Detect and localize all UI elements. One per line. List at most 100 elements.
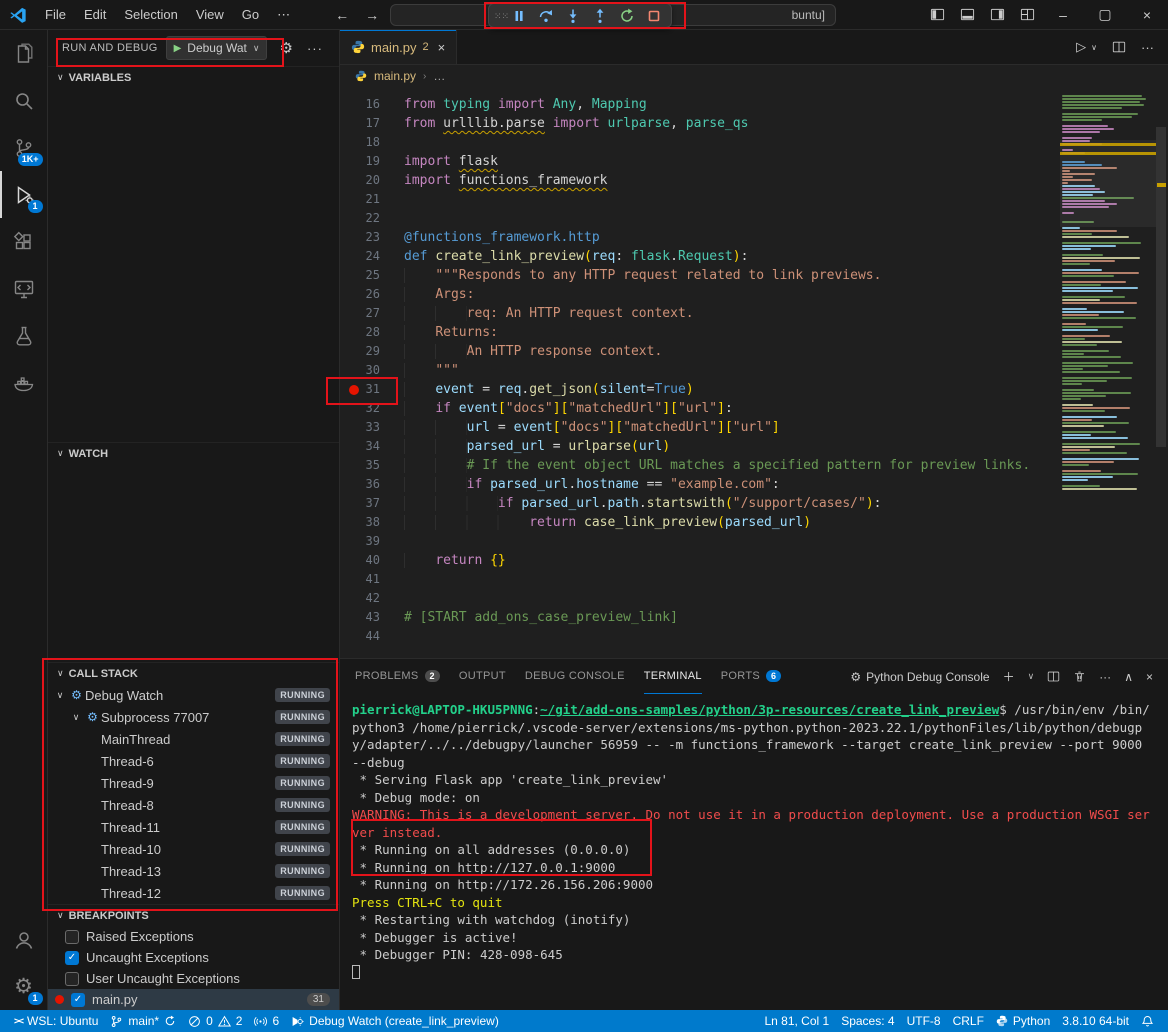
breadcrumb-file[interactable]: main.py (374, 69, 416, 83)
extensions-icon[interactable] (0, 218, 48, 265)
run-python-file-icon[interactable]: ▷ (1076, 39, 1086, 55)
call-stack-row[interactable]: Thread-9RUNNING (48, 772, 339, 794)
gutter[interactable]: 41 (340, 570, 404, 589)
code-line[interactable]: 37 if parsed_url.path.startswith("/suppo… (340, 494, 1168, 513)
code-line[interactable]: 20import functions_framework (340, 171, 1168, 190)
explorer-icon[interactable] (0, 30, 48, 77)
gutter[interactable]: 37 (340, 494, 404, 513)
gutter[interactable]: 20 (340, 171, 404, 190)
terminal-dropdown-chevron-icon[interactable]: ∨ (1028, 671, 1035, 682)
scrollbar-thumb[interactable] (1156, 127, 1166, 447)
gutter[interactable]: 16 (340, 95, 404, 114)
breakpoint-row[interactable]: Raised Exceptions (48, 926, 339, 947)
customize-layout-icon[interactable] (1012, 0, 1042, 29)
code-line[interactable]: 38 return case_link_preview(parsed_url) (340, 513, 1168, 532)
gutter[interactable]: 34 (340, 437, 404, 456)
console-selector[interactable]: ⚙Python Debug Console (850, 670, 989, 684)
editor-more-icon[interactable]: ··· (1141, 40, 1154, 55)
code-line[interactable]: 42 (340, 589, 1168, 608)
chevron-down-icon[interactable]: ∨ (52, 690, 68, 701)
call-stack-section-header[interactable]: ∨CALL STACK (48, 662, 339, 684)
call-stack-row[interactable]: Thread-12RUNNING (48, 882, 339, 904)
pause-icon[interactable] (506, 5, 531, 27)
code-line[interactable]: 27 req: An HTTP request context. (340, 304, 1168, 323)
call-stack-row[interactable]: MainThreadRUNNING (48, 728, 339, 750)
code-line[interactable]: 18 (340, 133, 1168, 152)
docker-icon[interactable] (0, 359, 48, 406)
toggle-secondary-sidebar-icon[interactable] (982, 0, 1012, 29)
breakpoint-row[interactable]: ✓main.py31 (48, 989, 339, 1010)
gutter[interactable]: 44 (340, 627, 404, 646)
launch-config-dropdown[interactable]: ▶ Debug Wat ∨ (166, 36, 268, 60)
breadcrumb-more[interactable]: … (433, 69, 445, 83)
problems-indicator[interactable]: 0 2 (182, 1010, 248, 1032)
gutter[interactable]: 23 (340, 228, 404, 247)
gutter[interactable]: 32 (340, 399, 404, 418)
run-dropdown-chevron-icon[interactable]: ∨ (1091, 43, 1097, 52)
code-line[interactable]: 40 return {} (340, 551, 1168, 570)
breakpoint-row[interactable]: ✓Uncaught Exceptions (48, 947, 339, 968)
panel-more-icon[interactable]: ··· (1099, 670, 1111, 684)
editor-scrollbar[interactable] (1154, 87, 1168, 658)
code-line[interactable]: 29 An HTTP response context. (340, 342, 1168, 361)
accounts-icon[interactable] (0, 916, 48, 963)
maximize-button[interactable]: ▢ (1084, 0, 1126, 29)
minimap[interactable] (1062, 95, 1154, 491)
code-line[interactable]: 35 # If the event object URL matches a s… (340, 456, 1168, 475)
code-line[interactable]: 24def create_link_preview(req: flask.Req… (340, 247, 1168, 266)
search-icon[interactable] (0, 77, 48, 124)
sync-icon[interactable] (164, 1015, 176, 1027)
gutter[interactable]: 35 (340, 456, 404, 475)
notifications-bell[interactable] (1135, 1015, 1160, 1028)
breakpoints-section-header[interactable]: ∨BREAKPOINTS (48, 904, 339, 926)
gutter[interactable]: 27 (340, 304, 404, 323)
language-indicator[interactable]: Python (990, 1014, 1056, 1028)
gutter[interactable]: 30 (340, 361, 404, 380)
code-line[interactable]: 23@functions_framework.http (340, 228, 1168, 247)
call-stack-row[interactable]: Thread-11RUNNING (48, 816, 339, 838)
code-line[interactable]: 26 Args: (340, 285, 1168, 304)
gutter[interactable]: 40 (340, 551, 404, 570)
code-line[interactable]: 21 (340, 190, 1168, 209)
minimize-button[interactable]: – (1042, 0, 1084, 29)
breakpoint-checkbox[interactable]: ✓ (71, 993, 85, 1007)
gutter[interactable]: 43 (340, 608, 404, 627)
gutter[interactable]: 29 (340, 342, 404, 361)
branch-indicator[interactable]: main* (104, 1010, 182, 1032)
nav-back-icon[interactable]: ← (335, 7, 349, 23)
code-line[interactable]: 36 if parsed_url.hostname == "example.co… (340, 475, 1168, 494)
debug-toolbar-grip[interactable]: ⁙⁙ (494, 12, 504, 20)
chevron-down-icon[interactable]: ∨ (68, 712, 84, 723)
remote-indicator[interactable]: ><WSL: Ubuntu (8, 1010, 104, 1032)
code-line[interactable]: 28 Returns: (340, 323, 1168, 342)
gutter[interactable]: 17 (340, 114, 404, 133)
call-stack-row[interactable]: ∨⚙Debug WatchRUNNING (48, 684, 339, 706)
code-line[interactable]: 19import flask (340, 152, 1168, 171)
new-terminal-icon[interactable]: ＋ (1003, 668, 1015, 685)
code-line[interactable]: 34 parsed_url = urlparse(url) (340, 437, 1168, 456)
menu-view[interactable]: View (187, 7, 233, 22)
start-debug-icon[interactable]: ▶ (174, 43, 182, 54)
encoding-indicator[interactable]: UTF-8 (901, 1014, 947, 1028)
step-into-icon[interactable] (560, 5, 585, 27)
gutter[interactable]: 22 (340, 209, 404, 228)
code-line[interactable]: 43# [START add_ons_case_preview_link] (340, 608, 1168, 627)
gutter[interactable]: 26 (340, 285, 404, 304)
call-stack-row[interactable]: Thread-13RUNNING (48, 860, 339, 882)
maximize-panel-chevron-icon[interactable]: ∧ (1124, 670, 1133, 684)
remote-explorer-icon[interactable] (0, 265, 48, 312)
gutter[interactable]: 19 (340, 152, 404, 171)
testing-icon[interactable] (0, 312, 48, 359)
nav-forward-icon[interactable]: → (365, 7, 379, 23)
gutter[interactable]: 28 (340, 323, 404, 342)
run-and-debug-icon[interactable]: 1 (0, 171, 48, 218)
tab-main-py[interactable]: main.py 2 × (340, 30, 457, 64)
gutter[interactable]: 42 (340, 589, 404, 608)
panel-tab-debug-console[interactable]: DEBUG CONSOLE (525, 659, 625, 694)
debug-session-indicator[interactable]: Debug Watch (create_link_preview) (285, 1010, 505, 1032)
call-stack-row[interactable]: Thread-8RUNNING (48, 794, 339, 816)
code-line[interactable]: 16from typing import Any, Mapping (340, 95, 1168, 114)
eol-indicator[interactable]: CRLF (947, 1014, 990, 1028)
gutter[interactable]: 31 (340, 380, 404, 399)
breakpoint-checkbox[interactable] (65, 972, 79, 986)
